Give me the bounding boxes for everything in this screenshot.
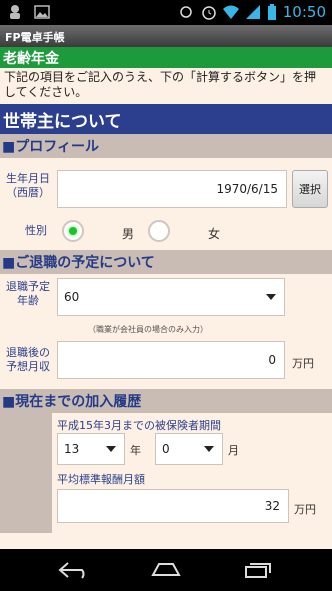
months-select[interactable]: 0	[155, 433, 223, 465]
avg-salary-field[interactable]: 32	[57, 489, 289, 523]
retire-age-label: 退職予定 年齢	[6, 280, 50, 307]
recent-apps-icon[interactable]	[244, 561, 274, 583]
history-side-bar	[0, 413, 52, 533]
female-radio[interactable]	[148, 220, 170, 242]
avg-unit: 万円	[294, 503, 316, 516]
app-title-bar: FP電卓手帳	[0, 25, 332, 47]
status-bar: 10:50	[0, 0, 332, 25]
period-label: 平成15年3月までの被保険者期間	[57, 419, 221, 432]
income-label: 退職後の 予想月収	[6, 346, 50, 373]
birth-label: 生年月日 （西暦）	[6, 172, 50, 199]
female-label: 女	[208, 227, 221, 241]
select-date-button[interactable]: 選択	[292, 170, 328, 208]
navigation-bar	[0, 549, 332, 591]
notification-app-icon	[8, 4, 24, 20]
image-notification-icon	[34, 4, 50, 20]
years-value: 13	[64, 442, 80, 456]
months-unit: 月	[228, 444, 239, 457]
income-unit: 万円	[292, 357, 314, 370]
male-radio[interactable]	[62, 220, 84, 242]
gender-label: 性別	[25, 224, 47, 237]
retire-age-value: 60	[64, 290, 80, 304]
chevron-down-icon	[266, 294, 276, 300]
birth-date-field[interactable]: 1970/6/15	[57, 170, 287, 208]
years-unit: 年	[130, 444, 141, 457]
alarm-icon	[201, 4, 217, 20]
profile-block: 生年月日 （西暦） 1970/6/15 選択 性別 男 女	[0, 158, 332, 250]
income-field[interactable]: 0	[57, 341, 285, 379]
chevron-down-icon	[106, 446, 116, 452]
history-block: 平成15年3月までの被保険者期間 13 年 0 月 平均標準報酬月額 32 万円	[0, 413, 332, 533]
retirement-block: 退職予定 年齢 60 （職業が会社員の場合のみ入力） 退職後の 予想月収 0 万…	[0, 274, 332, 389]
retire-note: （職業が会社員の場合のみ入力）	[88, 325, 208, 334]
wifi-icon	[222, 4, 239, 20]
battery-icon	[267, 4, 277, 20]
sync-icon	[179, 4, 195, 20]
months-value: 0	[162, 442, 170, 456]
intro-text: 下記の項目をご記入のうえ、下の「計算するボタン」を押してください。	[4, 70, 317, 99]
profile-header: ■プロフィール	[0, 134, 332, 158]
male-label: 男	[122, 227, 135, 241]
section-title: 老齢年金	[0, 47, 332, 68]
status-time: 10:50	[282, 3, 326, 21]
app-title: FP電卓手帳	[5, 31, 65, 44]
retire-age-select[interactable]: 60	[57, 278, 285, 316]
main-header: 世帯主について	[0, 104, 332, 134]
back-icon[interactable]	[56, 561, 90, 583]
signal-icon	[245, 4, 261, 20]
history-header: ■現在までの加入履歴	[0, 389, 332, 413]
chevron-down-icon	[204, 446, 214, 452]
avg-label: 平均標準報酬月額	[57, 473, 145, 486]
home-icon[interactable]	[149, 561, 183, 583]
years-select[interactable]: 13	[57, 433, 125, 465]
content-area[interactable]: 老齢年金 下記の項目をご記入のうえ、下の「計算するボタン」を押してください。 世…	[0, 47, 332, 549]
retirement-header: ■ご退職の予定について	[0, 250, 332, 274]
